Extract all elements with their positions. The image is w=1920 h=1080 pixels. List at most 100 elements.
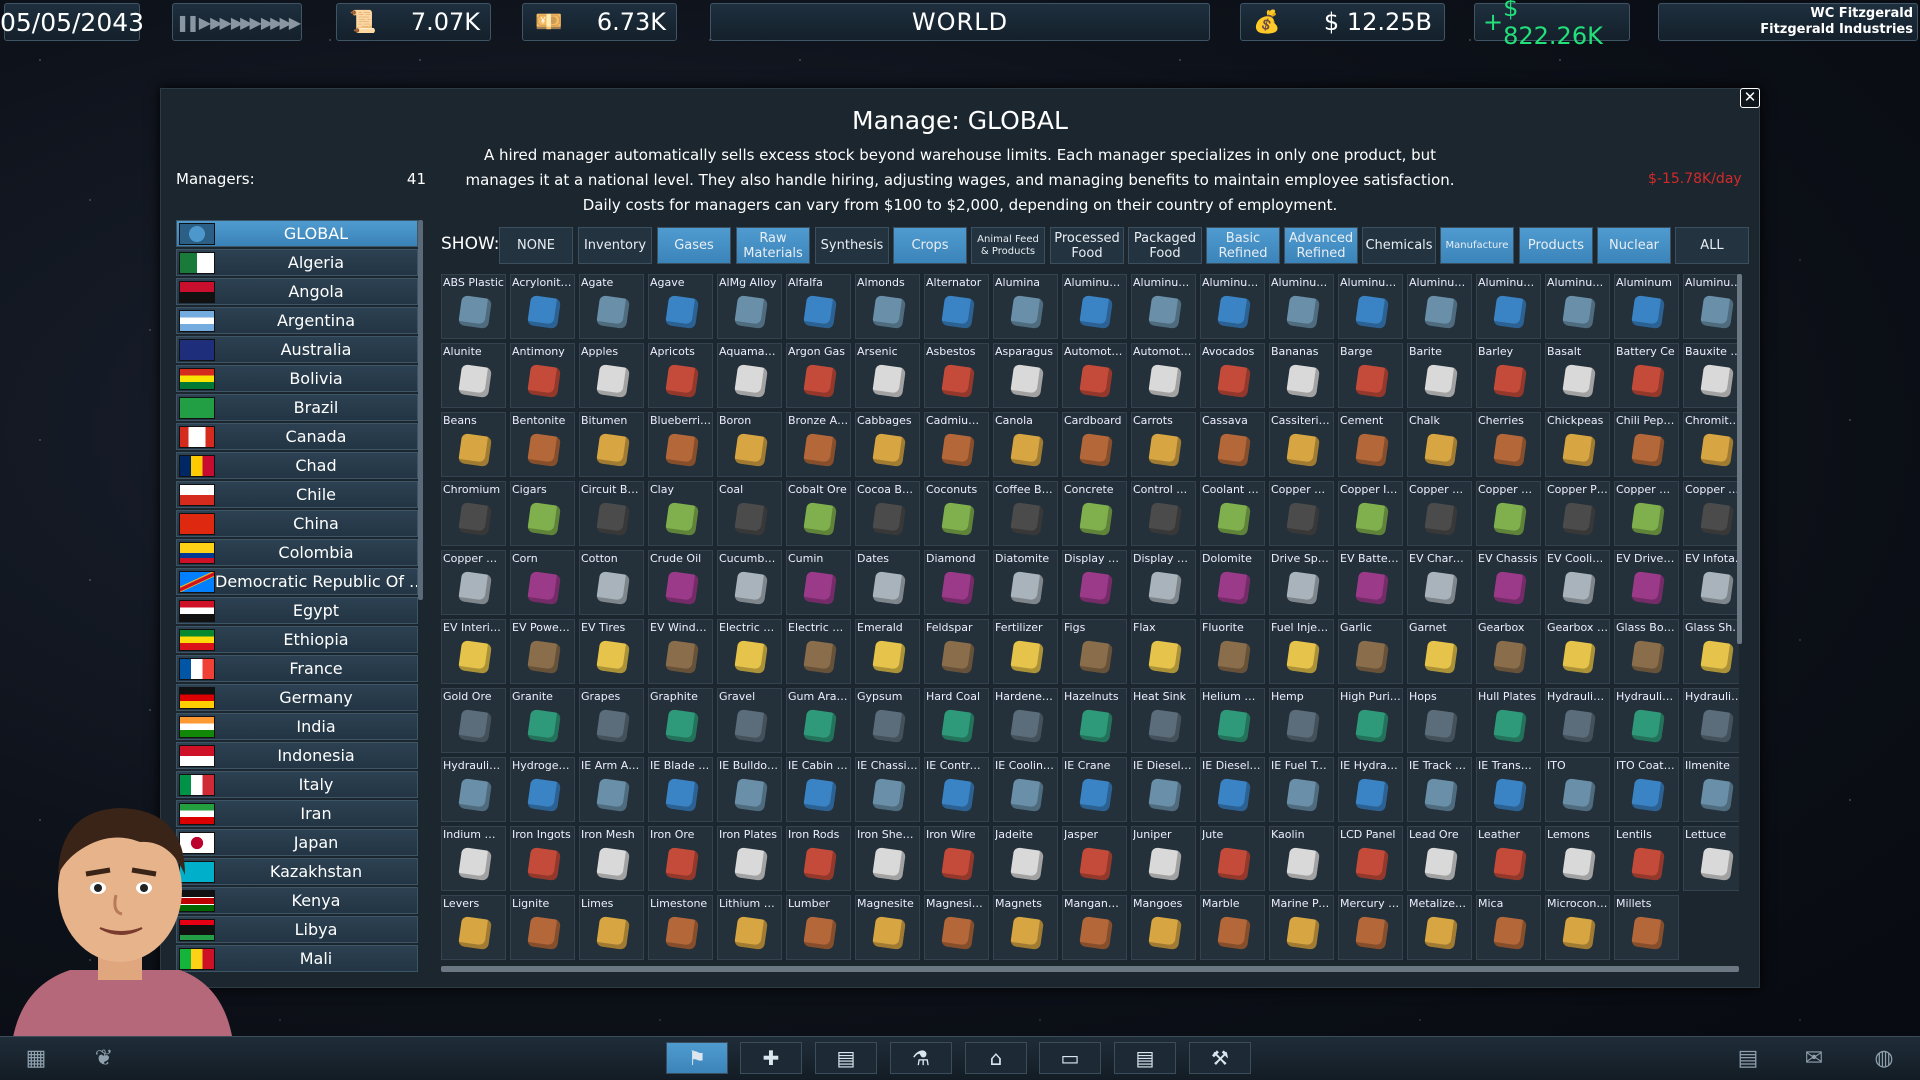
product-cell[interactable]: Aluminum I... [1269, 274, 1334, 339]
product-cell[interactable]: Gypsum [855, 688, 920, 753]
bottom-menu-button[interactable]: ⚒ [1189, 1042, 1251, 1074]
product-cell[interactable]: Levers [441, 895, 506, 960]
country-item[interactable]: Democratic Republic Of ... [176, 568, 418, 595]
country-item[interactable]: Bolivia [176, 365, 418, 392]
grid-view-icon[interactable]: ▦ [18, 1043, 54, 1073]
filter-button[interactable]: ALL [1675, 227, 1749, 264]
product-cell[interactable]: Lead Ore [1407, 826, 1472, 891]
product-cell[interactable]: Fluorite [1200, 619, 1265, 684]
product-cell[interactable]: Jadeite [993, 826, 1058, 891]
bottom-menu-button[interactable]: ✚ [740, 1042, 802, 1074]
product-cell[interactable]: EV Drivetra [1614, 550, 1679, 615]
product-cell[interactable]: Coconuts [924, 481, 989, 546]
product-cell[interactable]: IE Crane [1062, 757, 1127, 822]
product-cell[interactable]: Diatomite [993, 550, 1058, 615]
product-cell[interactable]: Copper Pla... [1545, 481, 1610, 546]
bottom-menu-button[interactable]: ▭ [1039, 1042, 1101, 1074]
product-cell[interactable]: Hull Plates [1476, 688, 1541, 753]
product-cell[interactable]: Cotton [579, 550, 644, 615]
product-cell[interactable]: Alfalfa [786, 274, 851, 339]
product-cell[interactable]: Emerald [855, 619, 920, 684]
country-item[interactable]: GLOBAL [176, 220, 418, 247]
filter-button[interactable]: Basic Refined [1206, 227, 1280, 264]
product-cell[interactable]: IE Diesel G... [1200, 757, 1265, 822]
product-cell[interactable]: EV Interior ... [441, 619, 506, 684]
product-cell[interactable]: Boron [717, 412, 782, 477]
product-cell[interactable]: LCD Panel [1338, 826, 1403, 891]
product-cell[interactable]: Juniper [1131, 826, 1196, 891]
product-cell[interactable]: Dates [855, 550, 920, 615]
product-cell[interactable]: Iron Plates [717, 826, 782, 891]
product-cell[interactable]: IE Cooling S... [993, 757, 1058, 822]
grid-vertical-scrollbar[interactable] [1737, 274, 1742, 644]
country-item[interactable]: China [176, 510, 418, 537]
product-cell[interactable]: Iron Ingots [510, 826, 575, 891]
product-cell[interactable]: Lignite [510, 895, 575, 960]
product-cell[interactable]: EV Chargin... [1407, 550, 1472, 615]
country-item[interactable]: Algeria [176, 249, 418, 276]
product-cell[interactable]: Copper Ing... [1338, 481, 1403, 546]
product-cell[interactable]: Aluminum ... [1200, 274, 1265, 339]
product-cell[interactable]: Bauxite Ore [1683, 343, 1739, 408]
product-cell[interactable]: Lithium Ore [717, 895, 782, 960]
product-cell[interactable]: Argon Gas [786, 343, 851, 408]
product-cell[interactable]: Gravel [717, 688, 782, 753]
product-cell[interactable]: Cassava [1200, 412, 1265, 477]
product-cell[interactable]: Lettuce [1683, 826, 1739, 891]
product-cell[interactable]: IE Bulldozer [717, 757, 782, 822]
product-cell[interactable]: Chalk [1407, 412, 1472, 477]
product-cell[interactable]: Barge [1338, 343, 1403, 408]
product-cell[interactable]: Garlic [1338, 619, 1403, 684]
filter-button[interactable]: Gases [657, 227, 731, 264]
product-cell[interactable]: Apples [579, 343, 644, 408]
product-cell[interactable]: Heat Sink [1131, 688, 1196, 753]
country-item[interactable]: Colombia [176, 539, 418, 566]
product-cell[interactable]: IE Chassis F... [855, 757, 920, 822]
product-cell[interactable]: EV Tires [579, 619, 644, 684]
country-scrollbar[interactable] [418, 220, 423, 600]
product-cell[interactable]: Copper Ore [1476, 481, 1541, 546]
product-cell[interactable]: Gold Ore [441, 688, 506, 753]
product-cell[interactable]: Feldspar [924, 619, 989, 684]
product-cell[interactable]: Copper She... [1683, 481, 1739, 546]
product-cell[interactable]: Acrylonitrile [510, 274, 575, 339]
product-cell[interactable]: Millets [1614, 895, 1679, 960]
filter-button[interactable]: Animal Feed & Products [971, 227, 1045, 264]
plant-icon[interactable]: ❦ [86, 1043, 122, 1073]
product-cell[interactable]: Lentils [1614, 826, 1679, 891]
product-cell[interactable]: Granite [510, 688, 575, 753]
product-cell[interactable]: Garnet [1407, 619, 1472, 684]
product-cell[interactable]: Cardboard [1062, 412, 1127, 477]
country-item[interactable]: Ethiopia [176, 626, 418, 653]
product-cell[interactable]: Magnets [993, 895, 1058, 960]
bottom-menu-button[interactable]: ⚑ [666, 1042, 728, 1074]
country-item[interactable]: Egypt [176, 597, 418, 624]
filter-button[interactable]: Chemicals [1362, 227, 1436, 264]
product-cell[interactable]: Marble [1200, 895, 1265, 960]
product-cell[interactable]: Electric Mo... [717, 619, 782, 684]
product-cell[interactable]: Flax [1131, 619, 1196, 684]
product-cell[interactable]: ABS Plastic [441, 274, 506, 339]
product-cell[interactable]: Coolant Pu... [1200, 481, 1265, 546]
product-cell[interactable]: High Purity... [1338, 688, 1403, 753]
product-cell[interactable]: Alumina [993, 274, 1058, 339]
product-cell[interactable]: IE Fuel Tank [1269, 757, 1334, 822]
product-cell[interactable]: EV Chassis [1476, 550, 1541, 615]
product-cell[interactable]: Cadmium ... [924, 412, 989, 477]
product-cell[interactable]: Cucumbers [717, 550, 782, 615]
product-cell[interactable]: Hard Coal [924, 688, 989, 753]
product-cell[interactable]: Gearbox H... [1545, 619, 1610, 684]
product-cell[interactable]: Agate [579, 274, 644, 339]
product-cell[interactable]: Aluminum ... [1131, 274, 1196, 339]
product-cell[interactable]: Graphite [648, 688, 713, 753]
product-cell[interactable]: Mica [1476, 895, 1541, 960]
product-cell[interactable]: Fertilizer [993, 619, 1058, 684]
product-cell[interactable]: Dolomite [1200, 550, 1265, 615]
product-cell[interactable]: Aquamarine [717, 343, 782, 408]
country-item[interactable]: Chile [176, 481, 418, 508]
product-cell[interactable]: Apricots [648, 343, 713, 408]
product-cell[interactable]: Asbestos [924, 343, 989, 408]
product-cell[interactable]: Chromite O... [1683, 412, 1739, 477]
product-cell[interactable]: Bronze Alloy [786, 412, 851, 477]
product-cell[interactable]: Cabbages [855, 412, 920, 477]
